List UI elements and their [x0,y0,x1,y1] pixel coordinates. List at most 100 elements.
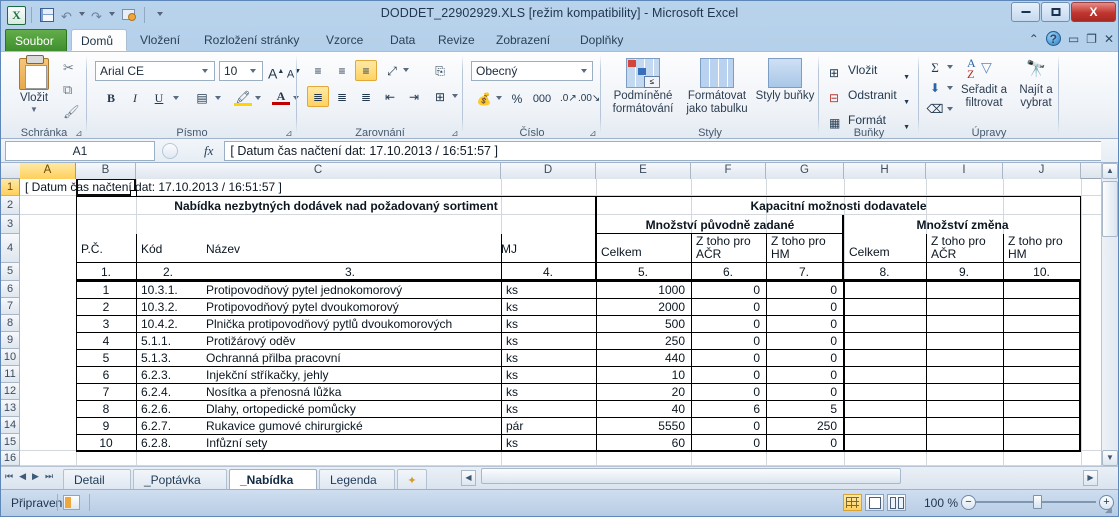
cut-icon[interactable]: ✂ [63,60,81,78]
horizontal-scroll-thumb[interactable] [481,468,901,484]
sort-filter-button[interactable]: A Z ▽ Seřadit a filtrovat [957,56,1011,110]
col-header-D[interactable]: D [501,163,596,179]
cell-kod-row-15[interactable]: 6.2.8. [138,435,198,451]
cell-pc-row-12[interactable]: 7 [77,384,135,400]
doc-close-icon[interactable]: ✕ [1104,32,1114,46]
fill-down-icon[interactable]: ⬇ [925,79,945,97]
clear-icon[interactable]: ⌫ [925,100,945,118]
zoom-slider-thumb[interactable] [1033,495,1042,509]
cell-celkem2-row-7[interactable] [845,299,923,315]
cell-celkem2-row-12[interactable] [845,384,923,400]
cell-header-celkem-2[interactable]: Celkem [846,241,924,263]
cell-header-pc[interactable]: P.Č. [78,235,134,263]
cell-celkem1-row-15[interactable]: 60 [597,435,688,451]
cell-index-10[interactable]: 10. [1004,264,1079,280]
cell-acr1-row-12[interactable]: 0 [692,384,763,400]
row-header-1[interactable]: 1 [1,179,20,196]
font-name-input[interactable]: Arial CE [95,61,215,81]
close-button[interactable]: X [1071,2,1116,22]
cell-celkem1-row-9[interactable]: 250 [597,333,688,349]
cell-index-5[interactable]: 5. [597,264,689,280]
number-format-select[interactable]: Obecný [471,61,593,81]
format-painter-icon[interactable]: 🖌 [63,104,81,122]
cell-hm1-row-7[interactable]: 0 [767,299,840,315]
cell-acr2-row-11[interactable] [927,367,1000,383]
cell-pc-row-11[interactable]: 6 [77,367,135,383]
cell-hm1-row-15[interactable]: 0 [767,435,840,451]
align-middle-icon[interactable]: ≡ [331,60,353,81]
cell-mj-row-15[interactable]: ks [503,435,593,451]
cell-nazev-row-9[interactable]: Protižárový oděv [203,333,498,349]
align-bottom-icon[interactable]: ≡ [355,60,377,81]
vertical-scroll-thumb[interactable] [1102,181,1118,237]
col-header-A[interactable]: A [20,163,76,179]
cell-mj-row-10[interactable]: ks [503,350,593,366]
cell-kod-row-13[interactable]: 6.2.6. [138,401,198,417]
row-header-11[interactable]: 11 [1,366,20,383]
sheet-tab-legenda[interactable]: Legenda [319,469,395,490]
decrease-decimal-icon[interactable]: .00↘ [577,88,600,109]
cell-celkem1-row-6[interactable]: 1000 [597,282,688,298]
cell-header-hm-1[interactable]: Z toho pro HM [768,235,842,263]
new-sheet-icon[interactable]: ✦ [397,469,427,490]
autosum-icon[interactable]: Σ [925,58,945,76]
percent-style-button[interactable]: % [507,88,527,109]
wrap-text-icon[interactable]: ⎘ [429,60,451,81]
cell-acr1-row-9[interactable]: 0 [692,333,763,349]
sheet-tab-nabidka[interactable]: _Nabídka [229,469,317,490]
cell-header-hm-2[interactable]: Z toho pro HM [1005,235,1079,263]
col-header-F[interactable]: F [691,163,766,179]
row-header-6[interactable]: 6 [1,281,20,298]
tab-vlozeni[interactable]: Vložení [131,29,193,51]
cell-nazev-row-13[interactable]: Dlahy, ortopedické pomůcky [203,401,498,417]
align-top-icon[interactable]: ≡ [307,60,329,81]
row-header-7[interactable]: 7 [1,298,20,315]
cell-nazev-row-10[interactable]: Ochranná přilba pracovní [203,350,498,366]
cell-nazev-row-6[interactable]: Protipovodňový pytel jednokomorový [203,282,498,298]
cell-celkem2-row-9[interactable] [845,333,923,349]
cell-title-right[interactable]: Kapacitní možnosti dodavatele [597,197,1080,215]
cell-acr1-row-11[interactable]: 0 [692,367,763,383]
col-header-G[interactable]: G [766,163,844,179]
cell-nazev-row-11[interactable]: Injekční stříkačky, jehly [203,367,498,383]
find-select-button[interactable]: 🔭 Najít a vybrat [1011,56,1061,110]
cell-acr2-row-6[interactable] [927,282,1000,298]
cell-nazev-row-12[interactable]: Nosítka a přenosná lůžka [203,384,498,400]
cell-acr2-row-15[interactable] [927,435,1000,451]
cell-celkem2-row-8[interactable] [845,316,923,332]
cell-header-celkem-1[interactable]: Celkem [598,241,688,263]
cell-celkem1-row-12[interactable]: 20 [597,384,688,400]
cell-kod-row-14[interactable]: 6.2.7. [138,418,198,434]
cell-hm2-row-10[interactable] [1004,350,1077,366]
alignment-dialog-launcher[interactable]: ⊿ [451,129,460,138]
cell-acr2-row-12[interactable] [927,384,1000,400]
nav-next-icon[interactable]: ▶ [32,471,39,482]
cell-mj-row-12[interactable]: ks [503,384,593,400]
row-header-12[interactable]: 12 [1,383,20,400]
row-header-8[interactable]: 8 [1,315,20,332]
nav-prev-icon[interactable]: ◀ [19,471,26,482]
increase-decimal-icon[interactable]: .0↗ [559,88,577,109]
name-box[interactable]: A1 [5,140,155,161]
align-right-icon[interactable]: ≣ [355,86,377,107]
cell-kod-row-7[interactable]: 10.3.2. [138,299,198,315]
col-header-C[interactable]: C [136,163,501,179]
cell-hm2-row-12[interactable] [1004,384,1077,400]
cell-acr2-row-13[interactable] [927,401,1000,417]
cell-kod-row-10[interactable]: 5.1.3. [138,350,198,366]
cell-index-8[interactable]: 8. [845,264,924,280]
cell-hm2-row-15[interactable] [1004,435,1077,451]
tab-rozlozeni-stranky[interactable]: Rozložení stránky [195,29,313,51]
font-color-icon[interactable]: A [271,88,291,108]
tab-vzorce[interactable]: Vzorce [317,29,377,51]
font-size-input[interactable]: 10 [219,61,263,81]
cell-acr2-row-10[interactable] [927,350,1000,366]
sheet-tab-detail[interactable]: Detail [63,469,131,490]
cell-celkem1-row-14[interactable]: 5550 [597,418,688,434]
cell-hm1-row-10[interactable]: 0 [767,350,840,366]
row-header-3[interactable]: 3 [1,215,20,234]
number-dialog-launcher[interactable]: ⊿ [589,129,598,138]
cell-title-left[interactable]: Nabídka nezbytných dodávek nad požadovan… [77,197,595,215]
cell-pc-row-7[interactable]: 2 [77,299,135,315]
collapse-ribbon-icon[interactable]: ⌃ [1029,32,1039,46]
